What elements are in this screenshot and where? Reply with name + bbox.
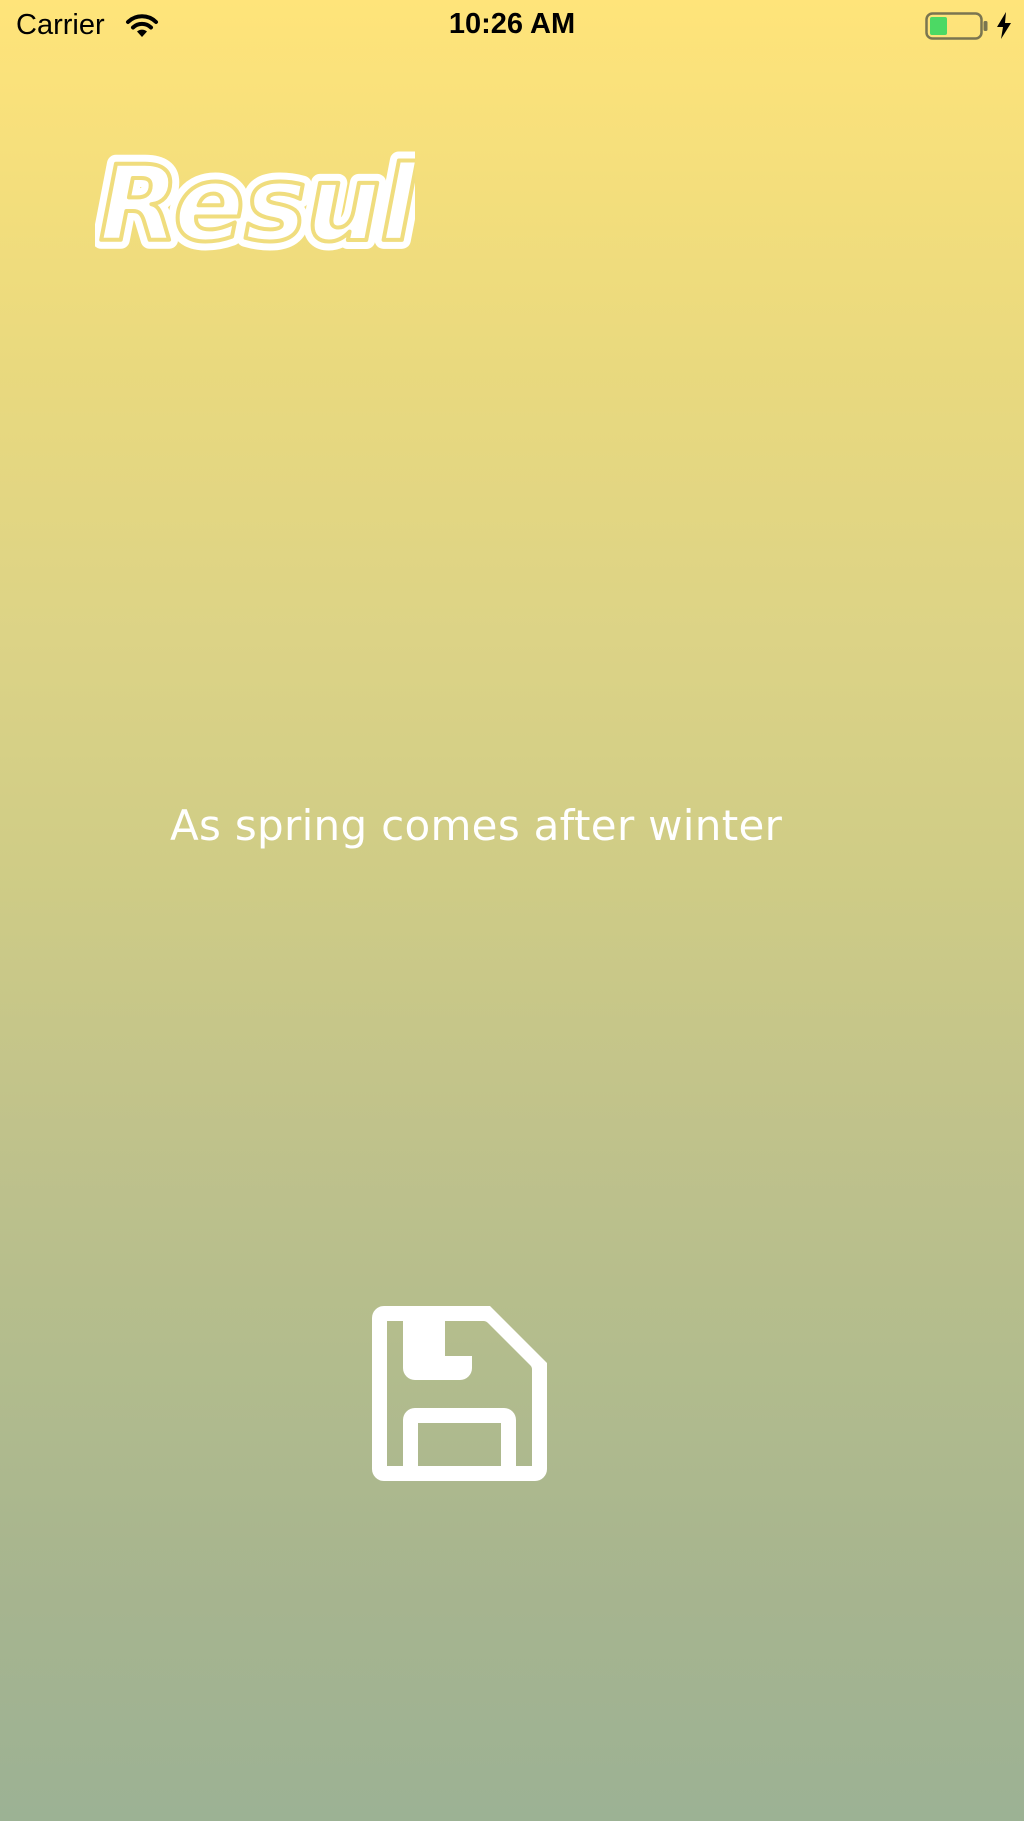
page-title-inner: Result bbox=[99, 148, 415, 258]
charging-bolt-icon bbox=[995, 11, 1013, 40]
status-time: 10:26 AM bbox=[448, 8, 576, 40]
status-bar: Carrier 10:26 AM bbox=[0, 0, 1024, 52]
battery-icon bbox=[925, 12, 989, 40]
floppy-disk-save-icon bbox=[372, 1306, 547, 1481]
save-button[interactable] bbox=[372, 1306, 547, 1481]
result-quote: As spring comes after winter bbox=[170, 801, 783, 850]
page-title: Result Result bbox=[90, 134, 478, 274]
